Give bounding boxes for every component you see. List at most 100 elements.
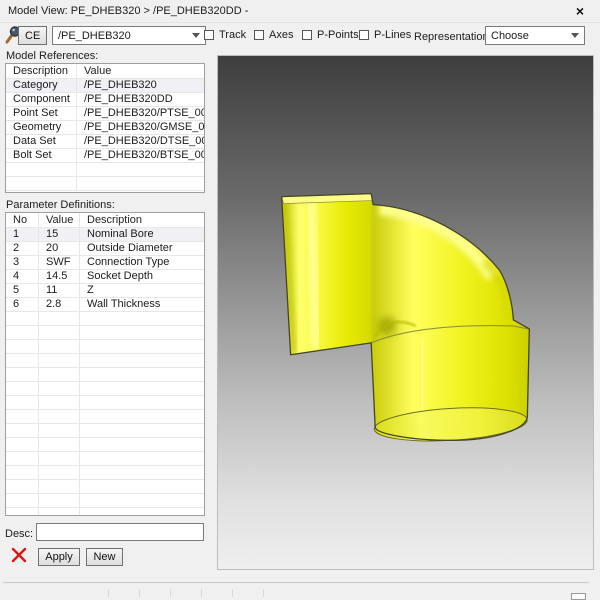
table-row[interactable]: 511Z (6, 284, 204, 298)
dismiss-x-icon[interactable] (11, 547, 27, 563)
table-cell (6, 312, 39, 326)
table-cell (39, 382, 80, 396)
model-select[interactable]: /PE_DHEB320 (52, 26, 206, 45)
table-row[interactable] (6, 494, 204, 508)
table-row[interactable] (6, 438, 204, 452)
table-cell: /PE_DHEB320/PTSE_001 (77, 107, 205, 121)
table-cell: /PE_DHEB320/BTSE_001 (77, 149, 205, 163)
table-row[interactable]: 414.5Socket Depth (6, 270, 204, 284)
table-row[interactable] (6, 340, 204, 354)
desc-label: Desc: (5, 528, 33, 540)
table-cell (80, 312, 205, 326)
table-row[interactable]: Category/PE_DHEB320 (6, 79, 204, 93)
table-row[interactable] (6, 396, 204, 410)
elbow-model[interactable] (282, 194, 530, 445)
checkbox-track[interactable]: Track (204, 29, 246, 41)
table-cell: 6 (6, 298, 39, 312)
table-cell (6, 466, 39, 480)
table-row[interactable] (6, 466, 204, 480)
table-cell: 14.5 (39, 270, 80, 284)
table-row[interactable]: Geometry/PE_DHEB320/GMSE_001 (6, 121, 204, 135)
table-row[interactable]: 220Outside Diameter (6, 242, 204, 256)
table-cell (80, 480, 205, 494)
representation-label: Representation (414, 31, 489, 43)
table-row[interactable] (6, 382, 204, 396)
checkbox-p-lines[interactable]: P-Lines (359, 29, 411, 41)
table-row[interactable]: 62.8Wall Thickness (6, 298, 204, 312)
table-cell (80, 354, 205, 368)
checkbox-axes[interactable]: Axes (254, 29, 293, 41)
desc-input[interactable] (36, 523, 204, 541)
table-cell (80, 424, 205, 438)
table-row[interactable] (6, 368, 204, 382)
table-row[interactable] (6, 177, 204, 191)
table-row[interactable] (6, 354, 204, 368)
table-row[interactable]: 3SWFConnection Type (6, 256, 204, 270)
checkbox-label: Track (219, 29, 246, 41)
close-icon[interactable]: × (576, 2, 584, 20)
table-row[interactable]: 115Nominal Bore (6, 228, 204, 242)
3d-viewport[interactable] (217, 55, 594, 570)
table-cell (77, 163, 205, 177)
representation-select[interactable]: Choose (485, 26, 585, 45)
table-cell: 15 (39, 228, 80, 242)
table-row: NoValueDescription (6, 213, 204, 228)
table-cell (6, 326, 39, 340)
checkbox-p-points[interactable]: P-Points (302, 29, 359, 41)
table-cell: Geometry (6, 121, 77, 135)
scrollbar-grip[interactable] (571, 593, 586, 600)
table-cell: 11 (39, 284, 80, 298)
table-row[interactable] (6, 410, 204, 424)
table-row[interactable] (6, 326, 204, 340)
table-cell (6, 452, 39, 466)
table-cell (77, 177, 205, 191)
checkbox-box[interactable] (204, 30, 214, 40)
table-cell (80, 382, 205, 396)
table-cell (6, 396, 39, 410)
table-cell: Component (6, 93, 77, 107)
table-row: DescriptionValue (6, 64, 204, 79)
model-view-dialog: { "window": { "title": "Model View: PE_D… (0, 0, 600, 600)
table-row[interactable]: Data Set/PE_DHEB320/DTSE_001 (6, 135, 204, 149)
table-cell: 1 (6, 228, 39, 242)
table-cell: 2.8 (39, 298, 80, 312)
table-cell: Z (80, 284, 205, 298)
representation-select-value: Choose (491, 30, 529, 42)
divider (3, 582, 589, 583)
table-row[interactable]: Point Set/PE_DHEB320/PTSE_001 (6, 107, 204, 121)
table-cell: 3 (6, 256, 39, 270)
table-cell: Point Set (6, 107, 77, 121)
new-button[interactable]: New (86, 548, 123, 566)
table-row[interactable] (6, 312, 204, 326)
ruler-ticks (108, 589, 280, 597)
parameter-definitions-table: NoValueDescription115Nominal Bore220Outs… (5, 212, 205, 516)
checkbox-box[interactable] (359, 30, 369, 40)
table-row[interactable] (6, 480, 204, 494)
table-row[interactable]: Component/PE_DHEB320DD (6, 93, 204, 107)
ce-button[interactable]: CE (18, 26, 47, 45)
table-cell: Description (6, 64, 77, 79)
table-cell (80, 508, 205, 517)
checkbox-label: P-Points (317, 29, 359, 41)
table-cell: Category (6, 79, 77, 93)
table-row[interactable] (6, 424, 204, 438)
table-row[interactable] (6, 508, 204, 517)
table-cell (39, 368, 80, 382)
apply-button[interactable]: Apply (38, 548, 80, 566)
table-cell (39, 396, 80, 410)
table-cell (39, 494, 80, 508)
table-cell: /PE_DHEB320/GMSE_001 (77, 121, 205, 135)
table-cell (39, 326, 80, 340)
table-row[interactable] (6, 163, 204, 177)
checkbox-box[interactable] (254, 30, 264, 40)
table-row[interactable] (6, 452, 204, 466)
table-cell (6, 163, 77, 177)
table-cell (39, 340, 80, 354)
table-cell (6, 424, 39, 438)
checkbox-box[interactable] (302, 30, 312, 40)
table-cell (6, 494, 39, 508)
window-title: Model View: PE_DHEB320 > /PE_DHEB320DD - (8, 5, 248, 17)
table-cell (39, 424, 80, 438)
table-row[interactable]: Bolt Set/PE_DHEB320/BTSE_001 (6, 149, 204, 163)
table-cell: Description (80, 213, 205, 228)
